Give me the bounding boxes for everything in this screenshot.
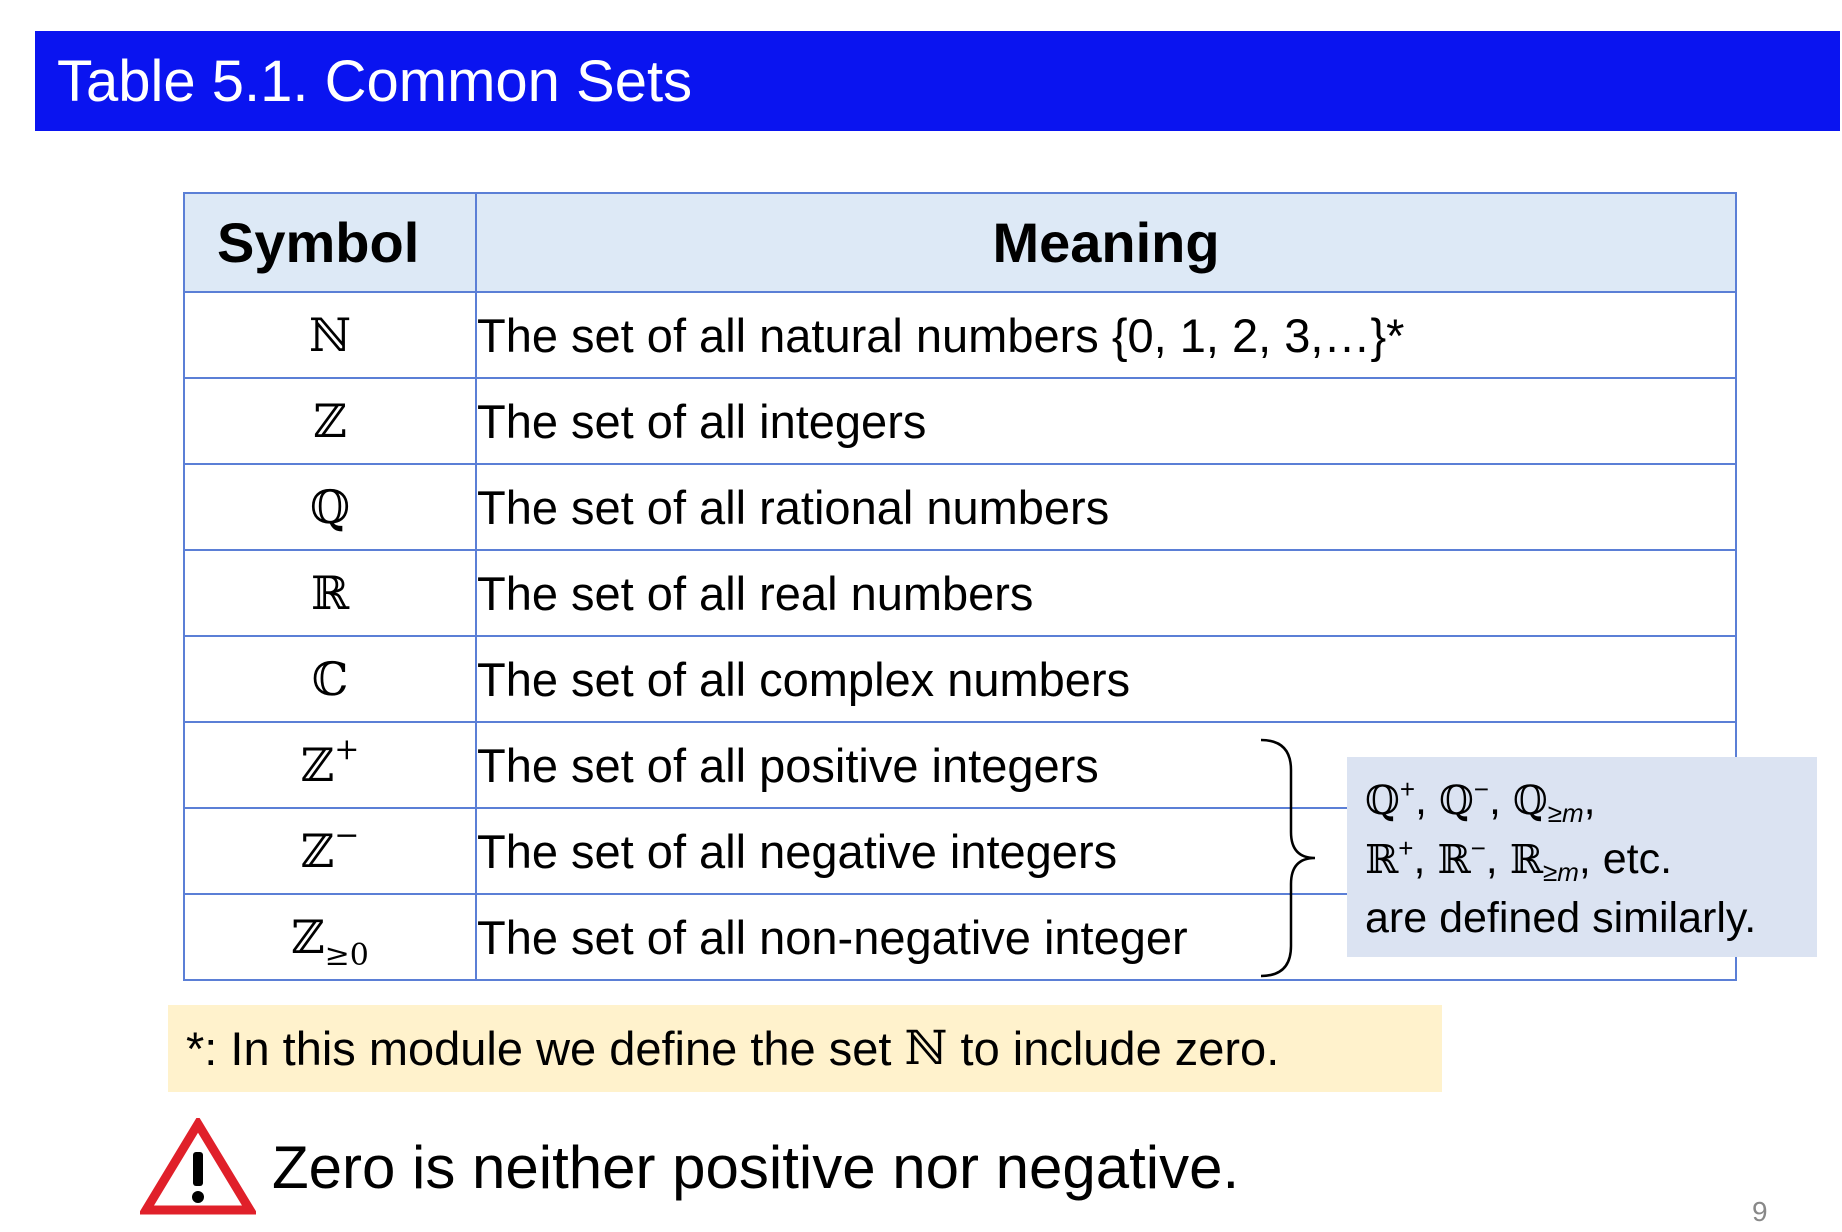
symbol-cell: ℤ− [183, 807, 477, 895]
table-row: ℂ The set of all complex numbers [183, 635, 1737, 723]
meaning-cell: The set of all natural numbers {0, 1, 2,… [475, 291, 1737, 379]
callout-symbol: ℝ [1365, 837, 1399, 883]
page-number: 9 [1752, 1196, 1768, 1227]
set-symbol-sub: ≥0 [324, 938, 369, 973]
callout-symbol: ℚ [1365, 778, 1400, 824]
callout-line-q: ℚ+, ℚ−, ℚ≥m, [1365, 774, 1596, 828]
header-meaning: Meaning [475, 192, 1737, 293]
set-meaning: The set of all real numbers [477, 566, 1034, 620]
symbol-cell: ℤ≥0 [183, 893, 477, 981]
set-symbol-sup: − [334, 818, 360, 853]
callout-symbol: ℝ [1437, 837, 1471, 883]
set-symbol: ℤ [291, 910, 325, 964]
set-meaning: The set of all negative integers [477, 824, 1118, 878]
title-bar: Table 5.1. Common Sets [35, 31, 1840, 131]
meaning-cell: The set of all complex numbers [475, 635, 1737, 723]
set-meaning: The set of all integers [477, 394, 927, 448]
set-symbol: ℤ [300, 824, 335, 878]
set-meaning: The set of all non-negative integer [477, 910, 1188, 964]
footnote-after: to include zero. [947, 1022, 1280, 1075]
table-row: ℕ The set of all natural numbers {0, 1, … [183, 291, 1737, 379]
callout-tail: , etc. [1578, 835, 1673, 883]
callout-symbol: ℚ [1512, 778, 1548, 824]
warning-triangle-icon [140, 1118, 256, 1215]
callout-sup: − [1473, 774, 1489, 804]
footnote-symbol: ℕ [904, 1021, 948, 1076]
slide-title: Table 5.1. Common Sets [57, 48, 693, 114]
meaning-cell: The set of all rational numbers [475, 463, 1737, 551]
callout-tail: , [1583, 776, 1596, 824]
callout-symbol: ℚ [1438, 778, 1474, 824]
header-symbol: Symbol [183, 192, 477, 293]
symbol-cell: ℤ [183, 377, 477, 465]
table-row: ℤ The set of all integers [183, 377, 1737, 465]
set-meaning: The set of all complex numbers [477, 652, 1131, 706]
meaning-cell: The set of all integers [475, 377, 1737, 465]
callout-sub: ≥m [1542, 857, 1579, 887]
callout-line-text: are defined similarly. [1365, 894, 1757, 942]
callout-symbol: ℝ [1509, 837, 1543, 883]
set-symbol: ℕ [308, 308, 352, 362]
warning-text: Zero is neither positive nor negative. [272, 1134, 1240, 1201]
meaning-cell: The set of all real numbers [475, 549, 1737, 637]
symbol-cell: ℝ [183, 549, 477, 637]
set-symbol: ℂ [311, 652, 349, 706]
callout-sup: + [1399, 774, 1416, 804]
symbol-cell: ℕ [183, 291, 477, 379]
footnote-box: *: In this module we define the set ℕ to… [168, 1005, 1442, 1092]
set-symbol: ℤ [313, 394, 347, 448]
callout-sub: ≥m [1547, 798, 1584, 828]
set-symbol: ℤ [300, 738, 335, 792]
callout-line-r: ℝ+, ℝ−, ℝ≥m, etc. [1365, 833, 1673, 887]
set-symbol: ℝ [310, 566, 350, 620]
callout-sup: + [1398, 833, 1414, 863]
table-header-row: Symbol Meaning [183, 192, 1737, 293]
set-meaning: The set of all rational numbers [477, 480, 1110, 534]
callout-note: ℚ+, ℚ−, ℚ≥m, ℝ+, ℝ−, ℝ≥m, etc. are defin… [1347, 757, 1817, 957]
table-row: ℚ The set of all rational numbers [183, 463, 1737, 551]
symbol-cell: ℤ+ [183, 721, 477, 809]
footnote-before: *: In this module we define the set [186, 1022, 905, 1075]
set-symbol-sup: + [334, 732, 360, 767]
table-row: ℝ The set of all real numbers [183, 549, 1737, 637]
symbol-cell: ℚ [183, 463, 477, 551]
set-meaning: The set of all positive integers [477, 738, 1099, 792]
symbol-cell: ℂ [183, 635, 477, 723]
callout-sup: − [1470, 833, 1486, 863]
set-symbol: ℚ [309, 480, 351, 534]
right-curly-brace [1260, 738, 1315, 978]
set-meaning: The set of all natural numbers {0, 1, 2,… [477, 308, 1405, 362]
